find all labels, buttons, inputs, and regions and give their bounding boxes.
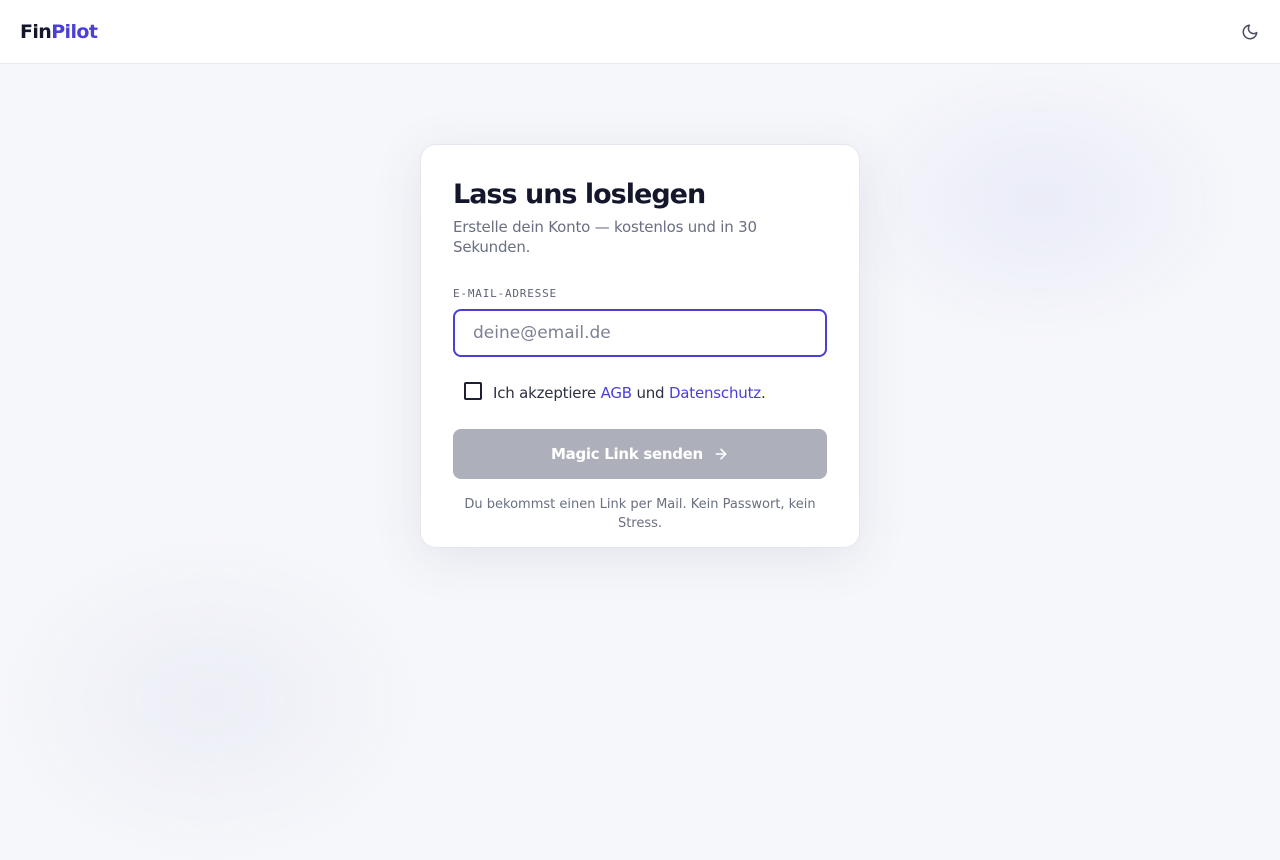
arrow-right-icon — [713, 446, 729, 462]
consent-middle: und — [631, 384, 669, 402]
email-input[interactable] — [453, 309, 827, 357]
moon-icon — [1242, 24, 1258, 39]
consent-prefix: Ich akzeptiere — [493, 384, 601, 402]
email-label: E-MAIL-ADRESSE — [453, 287, 557, 300]
logo[interactable]: FinPilot — [20, 20, 98, 43]
background-decoration — [840, 60, 1240, 340]
page-subtitle: Erstelle dein Konto — kostenlos und in 3… — [453, 218, 757, 256]
consent-text: Ich akzeptiere AGB und Datenschutz. — [493, 383, 766, 403]
consent-row: Ich akzeptiere AGB und Datenschutz. — [464, 382, 827, 403]
magic-link-hint: Du bekommst einen Link per Mail. Kein Pa… — [464, 497, 816, 531]
theme-toggle-button[interactable] — [1230, 12, 1270, 52]
signup-card: Lass uns loslegen Erstelle dein Konto — … — [420, 144, 860, 548]
page-title: Lass uns loslegen — [453, 179, 706, 210]
send-magic-link-button[interactable]: Magic Link senden — [453, 429, 827, 479]
top-bar: FinPilot — [0, 0, 1280, 64]
privacy-link[interactable]: Datenschutz — [669, 384, 761, 402]
consent-suffix: . — [760, 384, 766, 402]
terms-link[interactable]: AGB — [601, 384, 633, 402]
background-decoration — [0, 540, 420, 860]
send-magic-link-label: Magic Link senden — [551, 445, 703, 463]
logo-text-pilot: Pilot — [51, 20, 98, 43]
consent-checkbox[interactable] — [464, 382, 482, 400]
logo-text-fin: Fin — [20, 20, 52, 43]
